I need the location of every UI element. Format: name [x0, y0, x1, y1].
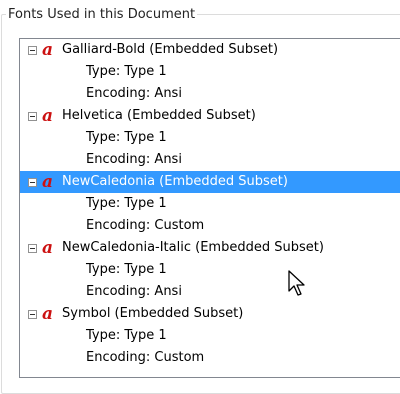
- font-icon: a: [42, 172, 54, 192]
- font-type: Type: Type 1: [86, 130, 167, 145]
- font-type: Type: Type 1: [86, 328, 167, 343]
- collapse-icon[interactable]: [28, 177, 37, 187]
- font-encoding: Encoding: Ansi: [86, 284, 182, 299]
- font-icon: a: [42, 238, 54, 258]
- font-encoding: Encoding: Ansi: [86, 86, 182, 101]
- tree-node-row[interactable]: a Helvetica (Embedded Subset): [20, 105, 400, 127]
- font-icon: a: [42, 304, 54, 324]
- font-name: Symbol (Embedded Subset): [62, 306, 244, 321]
- font-icon: a: [42, 106, 54, 126]
- group-title: Fonts Used in this Document: [6, 7, 198, 23]
- tree-node-row[interactable]: a Symbol (Embedded Subset): [20, 303, 400, 325]
- fonts-tree[interactable]: a Galliard-Bold (Embedded Subset) Type: …: [19, 38, 400, 378]
- font-encoding: Encoding: Custom: [86, 218, 205, 233]
- mouse-pointer-icon: [288, 270, 305, 296]
- font-name: Helvetica (Embedded Subset): [62, 108, 256, 123]
- font-name: NewCaledonia (Embedded Subset): [62, 174, 288, 189]
- collapse-icon[interactable]: [28, 309, 37, 319]
- tree-node: a NewCaledonia-Italic (Embedded Subset) …: [20, 237, 400, 303]
- tree-node: a Helvetica (Embedded Subset) Type: Type…: [20, 105, 400, 171]
- tree-node: a Symbol (Embedded Subset) Type: Type 1 …: [20, 303, 400, 369]
- font-type: Type: Type 1: [86, 64, 167, 79]
- collapse-icon[interactable]: [28, 111, 37, 121]
- font-name: Galliard-Bold (Embedded Subset): [62, 42, 279, 57]
- tree-node-row[interactable]: a Galliard-Bold (Embedded Subset): [20, 39, 400, 61]
- font-encoding: Encoding: Ansi: [86, 152, 182, 167]
- font-type: Type: Type 1: [86, 262, 167, 277]
- tree-node-row-selected[interactable]: a NewCaledonia (Embedded Subset): [20, 171, 400, 193]
- font-name: NewCaledonia-Italic (Embedded Subset): [62, 240, 324, 255]
- tree-node: a NewCaledonia (Embedded Subset) Type: T…: [20, 171, 400, 237]
- font-type: Type: Type 1: [86, 196, 167, 211]
- tree-node-row[interactable]: a NewCaledonia-Italic (Embedded Subset): [20, 237, 400, 259]
- font-icon: a: [42, 40, 54, 60]
- collapse-icon[interactable]: [28, 243, 37, 253]
- collapse-icon[interactable]: [28, 45, 37, 55]
- tree-node: a Galliard-Bold (Embedded Subset) Type: …: [20, 39, 400, 105]
- font-encoding: Encoding: Custom: [86, 350, 205, 365]
